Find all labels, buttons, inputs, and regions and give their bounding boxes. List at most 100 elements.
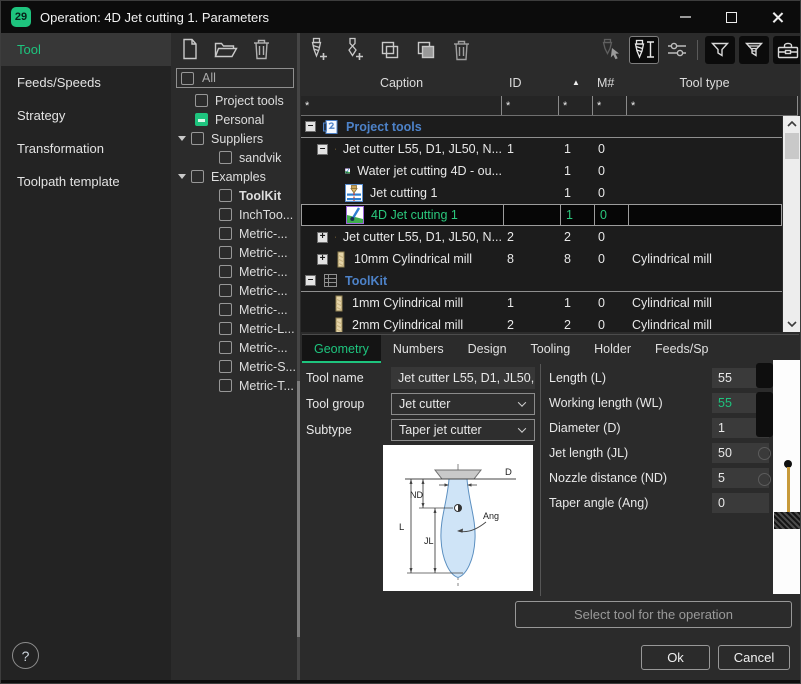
table-row-water-jet-operation[interactable]: Water jet cutting 4D - ou... 1 0: [301, 160, 782, 182]
expander-icon[interactable]: [178, 174, 186, 179]
collapse-icon[interactable]: –: [317, 144, 328, 155]
checkbox[interactable]: [219, 379, 232, 392]
new-library-button[interactable]: [180, 38, 200, 60]
tree-item-metric[interactable]: Metric-...: [173, 243, 297, 262]
table-row-jet-cutting-operation[interactable]: Jet cutting 1 1 0: [301, 182, 782, 204]
tree-item-inchtool[interactable]: InchToo...: [173, 205, 297, 224]
checkbox[interactable]: [191, 170, 204, 183]
preview-zoom-icon[interactable]: [758, 447, 771, 460]
cancel-button[interactable]: Cancel: [718, 645, 790, 670]
checkbox[interactable]: [219, 322, 232, 335]
checkbox[interactable]: [219, 341, 232, 354]
table-scrollbar[interactable]: [783, 116, 801, 332]
column-header-tool-type[interactable]: Tool type: [627, 76, 782, 90]
tree-item-toolkit[interactable]: ToolKit: [173, 186, 297, 205]
taper-angle-field[interactable]: 0: [712, 493, 769, 513]
tree-item-metric-l[interactable]: Metric-L...: [173, 319, 297, 338]
minimize-button[interactable]: [662, 1, 708, 33]
filter-cell-id[interactable]: *: [502, 96, 559, 115]
sidebar-item-tool[interactable]: Tool: [1, 33, 171, 66]
tool-name-field[interactable]: Jet cutter L55, D1, JL50, N: [391, 367, 535, 389]
table-row-1mm-mill[interactable]: 1mm Cylindrical mill 1 1 0 Cylindrical m…: [301, 292, 782, 314]
checkbox[interactable]: [219, 189, 232, 202]
scroll-up-icon[interactable]: [783, 116, 801, 132]
select-tool-for-operation-button[interactable]: Select tool for the operation: [515, 601, 792, 628]
copy-tool-button[interactable]: [376, 36, 403, 63]
preview-zoom-icon[interactable]: [758, 473, 771, 486]
filter-active-button[interactable]: [739, 36, 769, 64]
scroll-down-icon[interactable]: [783, 316, 801, 332]
checkbox[interactable]: [195, 94, 208, 107]
filter-button[interactable]: [705, 36, 735, 64]
preview-toolbar-button[interactable]: [756, 392, 773, 437]
ok-button[interactable]: Ok: [641, 645, 710, 670]
expand-icon[interactable]: +: [317, 254, 328, 265]
table-row-jet-cutter-1[interactable]: – Jet cutter L55, D1, JL50, N... 1 1 0: [301, 138, 782, 160]
sidebar-item-toolpath-template[interactable]: Toolpath template: [1, 165, 171, 198]
subtype-select[interactable]: Taper jet cutter: [391, 419, 535, 441]
collapse-icon[interactable]: –: [305, 275, 316, 286]
tool-dimensions-toggle[interactable]: [629, 36, 659, 64]
table-row-jet-cutter-2[interactable]: + Jet cutter L55, D1, JL50, N... 2 2 0: [301, 226, 782, 248]
checkbox[interactable]: [219, 151, 232, 164]
filter-cell-tool-type[interactable]: *: [627, 96, 798, 115]
tab-design[interactable]: Design: [456, 335, 519, 363]
add-tool-alt-button[interactable]: [340, 36, 367, 63]
table-row-group-toolkit[interactable]: – ToolKit: [301, 270, 782, 292]
filter-cell-m[interactable]: *: [593, 96, 627, 115]
tree-item-metric[interactable]: Metric-...: [173, 300, 297, 319]
sort-ascending-icon[interactable]: ▲: [559, 78, 593, 87]
maximize-button[interactable]: [708, 1, 754, 33]
preview-toolbar-button[interactable]: [756, 363, 773, 388]
checkbox[interactable]: [219, 246, 232, 259]
checkbox[interactable]: [219, 303, 232, 316]
scrollbar-thumb[interactable]: [785, 133, 799, 159]
checkbox-partial[interactable]: [195, 113, 208, 126]
checkbox[interactable]: [191, 132, 204, 145]
view-options-button[interactable]: [663, 37, 690, 64]
filter-cell-sort[interactable]: *: [559, 96, 593, 115]
column-header-id[interactable]: ID: [502, 76, 559, 90]
table-row-group-project-tools[interactable]: – Project tools: [301, 116, 782, 138]
expand-icon[interactable]: +: [317, 232, 328, 243]
tab-holder[interactable]: Holder: [582, 335, 643, 363]
close-button[interactable]: [754, 1, 800, 33]
filter-cell-caption[interactable]: *: [301, 96, 502, 115]
tree-item-sandvik[interactable]: sandvik: [173, 148, 297, 167]
open-library-button[interactable]: [214, 39, 238, 59]
select-tool-cursor-button[interactable]: [598, 37, 625, 64]
tab-geometry[interactable]: Geometry: [302, 335, 381, 363]
delete-library-button[interactable]: [252, 38, 271, 60]
checkbox[interactable]: [219, 227, 232, 240]
tree-item-examples[interactable]: Examples: [173, 167, 297, 186]
tree-item-metric-s[interactable]: Metric-S...: [173, 357, 297, 376]
paste-tool-button[interactable]: [412, 36, 439, 63]
table-row-10mm-mill[interactable]: + 10mm Cylindrical mill 8 8 0 Cylindrica…: [301, 248, 782, 270]
delete-tool-button[interactable]: [448, 36, 475, 63]
checkbox[interactable]: [219, 284, 232, 297]
tree-item-metric[interactable]: Metric-...: [173, 338, 297, 357]
add-tool-button[interactable]: [304, 36, 331, 63]
tab-tooling[interactable]: Tooling: [519, 335, 583, 363]
column-header-caption[interactable]: Caption: [301, 76, 502, 90]
tree-item-metric-t[interactable]: Metric-T...: [173, 376, 297, 395]
tree-item-metric[interactable]: Metric-...: [173, 281, 297, 300]
collapse-icon[interactable]: –: [305, 121, 316, 132]
tree-item-personal[interactable]: Personal: [173, 110, 297, 129]
tab-feeds-speeds[interactable]: Feeds/Sp: [643, 335, 721, 363]
help-button[interactable]: ?: [12, 642, 39, 669]
tree-item-suppliers[interactable]: Suppliers: [173, 129, 297, 148]
library-filter-all[interactable]: All: [176, 68, 294, 88]
tree-item-metric[interactable]: Metric-...: [173, 224, 297, 243]
sidebar-item-feeds-speeds[interactable]: Feeds/Speeds: [1, 66, 171, 99]
panel-splitter-thumb[interactable]: [297, 381, 300, 637]
checkbox[interactable]: [219, 265, 232, 278]
checkbox[interactable]: [219, 208, 232, 221]
checkbox[interactable]: [219, 360, 232, 373]
tab-numbers[interactable]: Numbers: [381, 335, 456, 363]
expander-icon[interactable]: [178, 136, 186, 141]
table-row-4d-jet-cutting-selected[interactable]: 4D Jet cutting 1 1 0: [301, 204, 782, 226]
sidebar-item-transformation[interactable]: Transformation: [1, 132, 171, 165]
column-header-m[interactable]: M#: [593, 76, 627, 90]
all-checkbox[interactable]: [181, 72, 194, 85]
